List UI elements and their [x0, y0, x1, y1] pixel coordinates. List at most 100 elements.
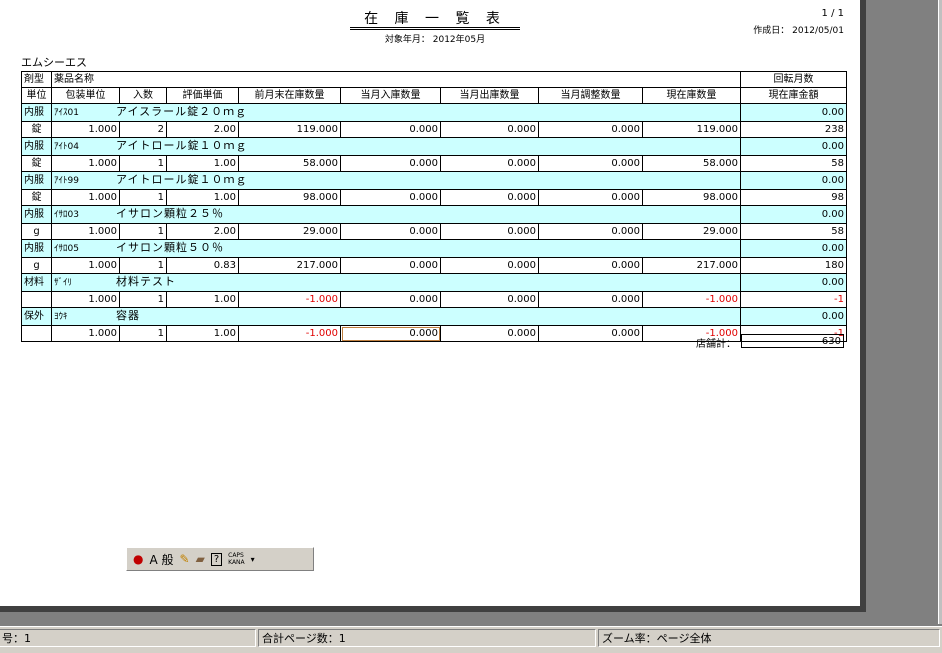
header-cell: 現在庫数量 — [642, 87, 741, 104]
received-qty[interactable]: 0.000 — [340, 121, 441, 138]
page-shadow — [0, 606, 866, 612]
drug-name-cell: ｲｻﾛ05 イサロン顆粒５０％ — [51, 239, 741, 258]
unit: g — [21, 223, 52, 240]
header-cell: 剤型 — [21, 71, 52, 88]
unit-price: 1.00 — [166, 325, 239, 342]
header-cell: 現在庫金額 — [740, 87, 847, 104]
dosage-type: 内服 — [21, 103, 52, 122]
header-cell: 評価単価 — [166, 87, 239, 104]
item-header-row: 内服 ｲｻﾛ03 イサロン顆粒２５％ 0.00 — [21, 205, 847, 224]
item-header-row: 内服 ｲｻﾛ05 イサロン顆粒５０％ 0.00 — [21, 239, 847, 258]
item-header-row: 内服 ｱｲﾄ04 アイトロール錠１０ｍｇ 0.00 — [21, 137, 847, 156]
current-stock: 217.000 — [642, 257, 741, 274]
stock-amount: 58 — [740, 223, 847, 240]
item-detail-row: g 1.000 1 0.83 217.000 0.000 0.000 0.000 217.000… — [21, 257, 847, 274]
header-cell: 前月末在庫数量 — [238, 87, 341, 104]
inventory-table: 剤型 薬品名称 回転月数 単位 包装単位 入数 評価単価 前月末在庫数量 当月入… — [21, 71, 847, 342]
vertical-scrollbar[interactable] — [938, 0, 942, 624]
issued-qty: 0.000 — [440, 257, 539, 274]
unit-price: 1.00 — [166, 189, 239, 206]
help-icon[interactable]: ? — [210, 552, 223, 566]
prev-stock: -1.000 — [238, 291, 341, 308]
issued-qty: 0.000 — [440, 155, 539, 172]
pack-unit: 1.000 — [51, 257, 120, 274]
quantity: 1 — [119, 189, 167, 206]
prev-stock: 217.000 — [238, 257, 341, 274]
issued-qty: 0.000 — [440, 121, 539, 138]
current-stock: 98.000 — [642, 189, 741, 206]
drug-name-cell: ｲｻﾛ03 イサロン顆粒２５％ — [51, 205, 741, 224]
ime-dictionary-icon[interactable]: ▰ — [196, 552, 205, 566]
drug-name: イサロン顆粒２５％ — [116, 207, 224, 220]
drug-code: ｱｲﾄ04 — [54, 142, 79, 152]
pack-unit: 1.000 — [51, 189, 120, 206]
current-stock: -1.000 — [642, 291, 741, 308]
turnover-months: 0.00 — [740, 273, 847, 292]
turnover-months: 0.00 — [740, 103, 847, 122]
current-stock: 119.000 — [642, 121, 741, 138]
prev-stock: 98.000 — [238, 189, 341, 206]
ime-menu-arrow-icon[interactable]: ▾ — [251, 555, 255, 564]
quantity: 1 — [119, 291, 167, 308]
header-cell: 包装単位 — [51, 87, 120, 104]
company-name: エムシーエス — [21, 56, 87, 69]
drug-code: ｲｻﾛ05 — [54, 244, 79, 254]
quantity: 1 — [119, 325, 167, 342]
current-stock: 58.000 — [642, 155, 741, 172]
unit-price: 2.00 — [166, 121, 239, 138]
received-qty[interactable]: 0.000 — [340, 257, 441, 274]
received-qty[interactable]: 0.000 — [340, 189, 441, 206]
pack-unit: 1.000 — [51, 223, 120, 240]
status-bar: 号：1 合計ページ数：1 ズーム率：ページ全体 — [0, 626, 942, 653]
status-page-number: 号：1 — [0, 629, 256, 647]
caps-label: CAPS — [228, 552, 244, 559]
created-date: 作成日： 2012/05/01 — [753, 26, 844, 36]
stock-amount: 58 — [740, 155, 847, 172]
received-qty[interactable]: 0.000 — [340, 223, 441, 240]
drug-name-cell: ｱｲﾄ04 アイトロール錠１０ｍｇ — [51, 137, 741, 156]
adjusted-qty: 0.000 — [538, 189, 643, 206]
ime-toolbar: ● A 般 ✎ ▰ ? CAPS KANA ▾ — [126, 547, 314, 571]
header-cell: 単位 — [21, 87, 52, 104]
report-subtitle: 対象年月： 2012年05月 — [384, 35, 486, 45]
stock-amount: 98 — [740, 189, 847, 206]
received-qty[interactable]: 0.000 — [340, 325, 441, 342]
drug-code: ｻﾞｲﾘ — [54, 278, 73, 288]
turnover-months: 0.00 — [740, 239, 847, 258]
dosage-type: 内服 — [21, 137, 52, 156]
pack-unit: 1.000 — [51, 291, 120, 308]
prev-stock: 29.000 — [238, 223, 341, 240]
adjusted-qty: 0.000 — [538, 291, 643, 308]
drug-code: ｲｻﾛ03 — [54, 210, 79, 220]
turnover-months: 0.00 — [740, 171, 847, 190]
prev-stock: -1.000 — [238, 325, 341, 342]
item-detail-row: 錠 1.000 2 2.00 119.000 0.000 0.000 0.000 119.000… — [21, 121, 847, 138]
current-stock: 29.000 — [642, 223, 741, 240]
received-qty[interactable]: 0.000 — [340, 155, 441, 172]
dosage-type: 内服 — [21, 171, 52, 190]
header-cell: 回転月数 — [740, 71, 847, 88]
turnover-months: 0.00 — [740, 137, 847, 156]
adjusted-qty: 0.000 — [538, 223, 643, 240]
unit-price: 2.00 — [166, 223, 239, 240]
item-header-row: 内服 ｱｲﾄ99 アイトロール錠１０ｍｇ 0.00 — [21, 171, 847, 190]
received-qty[interactable]: 0.000 — [340, 291, 441, 308]
drug-name-cell: ｱｲﾄ99 アイトロール錠１０ｍｇ — [51, 171, 741, 190]
pack-unit: 1.000 — [51, 121, 120, 138]
dosage-type: 内服 — [21, 205, 52, 224]
drug-code: ｱｲｽ01 — [54, 108, 79, 118]
drug-name: 容器 — [116, 309, 140, 322]
adjusted-qty: 0.000 — [538, 155, 643, 172]
header-cell: 薬品名称 — [51, 71, 741, 88]
quantity: 1 — [119, 155, 167, 172]
ime-status-icon[interactable]: ● — [133, 552, 143, 566]
ime-pad-icon[interactable]: ✎ — [180, 552, 190, 566]
drug-name: 材料テスト — [116, 275, 176, 288]
adjusted-qty: 0.000 — [538, 121, 643, 138]
ime-mode[interactable]: A 般 — [149, 551, 173, 568]
drug-name: アイトロール錠１０ｍｇ — [116, 173, 248, 186]
store-total-label: 店舗計： — [696, 339, 736, 350]
stock-amount: 238 — [740, 121, 847, 138]
drug-name: アイスラール錠２０ｍｇ — [116, 105, 248, 118]
store-total-value: 630 — [741, 334, 844, 348]
